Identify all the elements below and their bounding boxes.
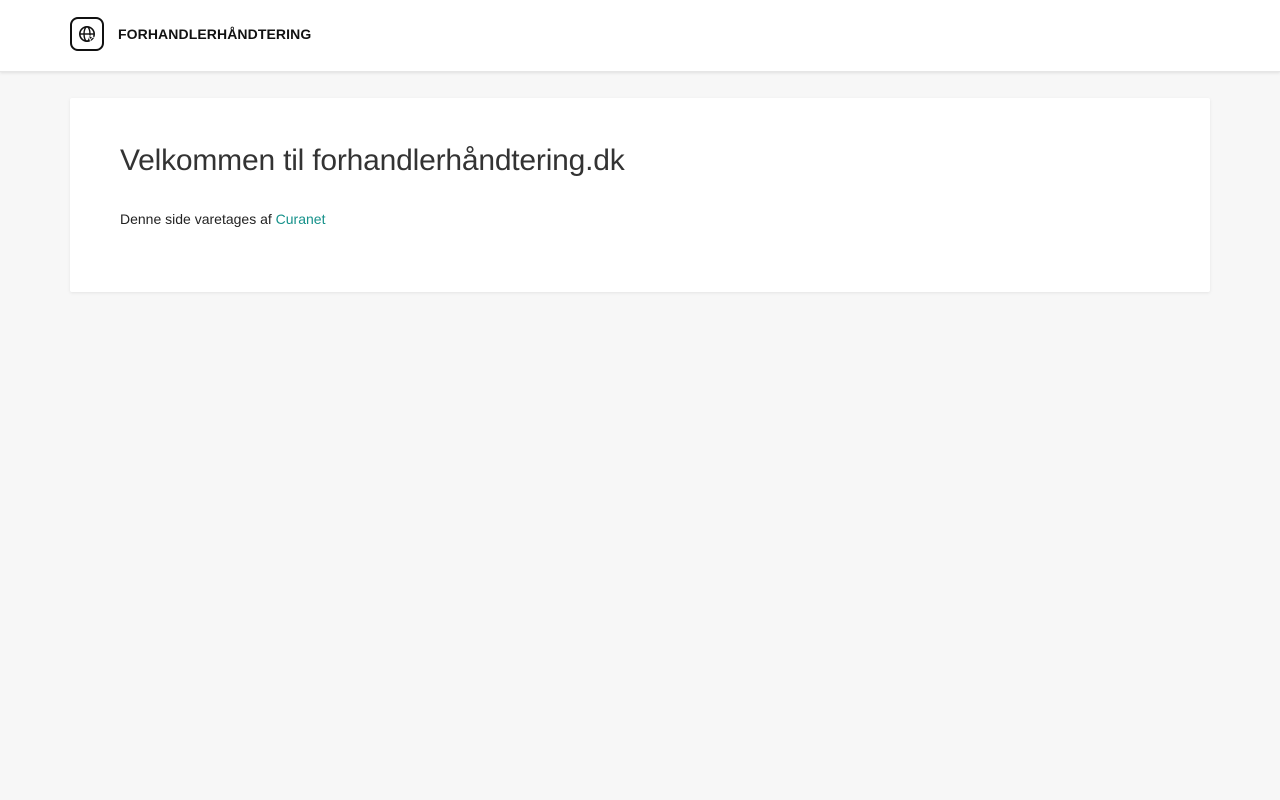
- page-title: Velkommen til forhandlerhåndtering.dk: [120, 144, 625, 177]
- maintained-prefix: Denne side varetages af: [120, 211, 272, 227]
- brand-name: FORHANDLERHÅNDTERING: [118, 26, 312, 42]
- maintained-by-text: Denne side varetages af Curanet: [120, 211, 325, 227]
- brand-home-link[interactable]: FORHANDLERHÅNDTERING: [70, 17, 311, 51]
- top-header: FORHANDLERHÅNDTERING: [0, 0, 1280, 72]
- globe-icon: [70, 17, 104, 51]
- welcome-card: Velkommen til forhandlerhåndtering.dk De…: [70, 98, 1210, 292]
- curanet-link[interactable]: Curanet: [276, 211, 326, 227]
